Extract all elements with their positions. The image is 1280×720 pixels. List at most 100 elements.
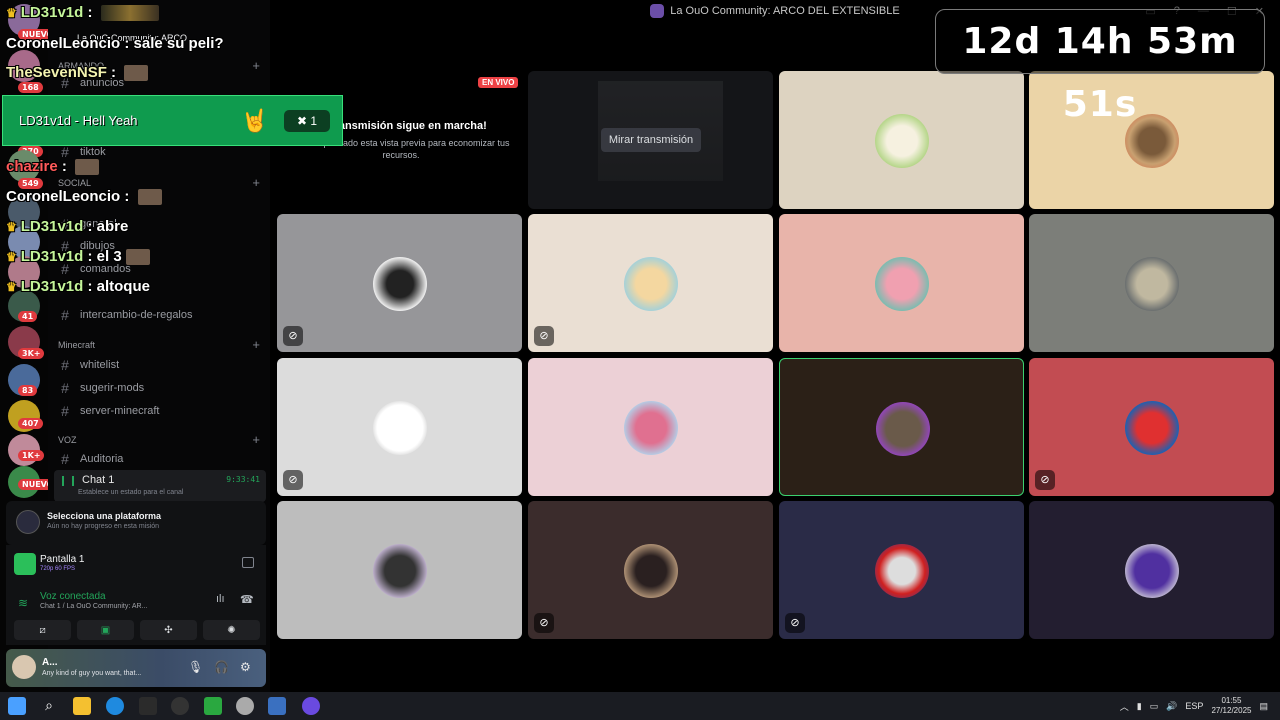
participant-tile-speaking[interactable] xyxy=(779,358,1024,496)
volume-icon[interactable]: 🔊 xyxy=(1166,701,1177,712)
emote-image xyxy=(137,189,162,206)
follow-alert-text: LD31v1d - Hell Yeah xyxy=(19,113,138,128)
quest-card[interactable]: Selecciona una plataforma Aún no hay pro… xyxy=(6,501,266,545)
voice-connected-channel[interactable]: Chat 1 / La OuO Community: AR... xyxy=(40,603,147,610)
edge-browser-icon[interactable] xyxy=(106,697,124,715)
avatar xyxy=(373,257,427,311)
discord-icon[interactable] xyxy=(302,697,320,715)
signal-icon[interactable]: ≋ xyxy=(18,596,28,610)
follow-count-value: 1 xyxy=(310,114,318,128)
avatar xyxy=(876,402,930,456)
voice-activity-icon xyxy=(62,476,74,486)
avatar xyxy=(875,544,929,598)
share-screen-button[interactable]: ▣ xyxy=(77,620,134,640)
chat-message: chazire : xyxy=(6,158,100,176)
headphones-icon[interactable]: 🎧 xyxy=(214,660,229,674)
settings-gear-icon[interactable]: ⚙ xyxy=(240,660,251,674)
screen-share-icon xyxy=(14,553,36,575)
chat-message: ♛ LD31v1d : altoque xyxy=(6,278,150,295)
channel-category[interactable]: Minecraft xyxy=(58,340,95,350)
hash-icon: # xyxy=(61,380,69,396)
participant-tile[interactable]: ⊘ xyxy=(528,214,773,352)
participant-tile[interactable] xyxy=(528,358,773,496)
app-icon[interactable] xyxy=(236,697,254,715)
live-badge: EN VIVO xyxy=(478,77,519,88)
participant-tile[interactable] xyxy=(1029,501,1274,639)
usb-icon[interactable]: ▮ xyxy=(1137,701,1142,712)
voice-connection: ≋ Voz conectada Chat 1 / La OuO Communit… xyxy=(6,589,266,617)
crown-icon: ♛ xyxy=(6,220,17,234)
mic-icon[interactable]: 🎙 xyxy=(188,660,203,674)
chat-text: abre xyxy=(96,218,129,235)
voice-channel-chat-1[interactable]: Chat 1 9:33:41 Establece un estado para … xyxy=(54,470,266,502)
file-explorer-icon[interactable] xyxy=(73,697,91,715)
channel-item[interactable]: # Auditoria xyxy=(58,449,123,469)
clock-date: 27/12/2025 xyxy=(1211,706,1252,715)
server-badge: 83 xyxy=(18,385,38,396)
chat-message: CoronelLeoncio : sale su peli? xyxy=(6,35,224,52)
participant-tile[interactable]: ⊘ xyxy=(277,358,522,496)
channel-label: intercambio-de-regalos xyxy=(80,309,193,321)
add-channel-icon[interactable]: + xyxy=(252,58,260,73)
app-icon[interactable] xyxy=(139,697,157,715)
channel-item[interactable]: # intercambio-de-regalos xyxy=(58,305,193,325)
soundboard-button[interactable]: ✺ xyxy=(203,620,260,640)
channel-category[interactable]: SOCIAL xyxy=(58,178,91,188)
participant-tile[interactable]: ⊘ xyxy=(779,501,1024,639)
stop-share-icon[interactable] xyxy=(242,557,254,568)
voice-timer: 9:33:41 xyxy=(226,475,260,484)
notification-icon[interactable]: ▤ xyxy=(1259,701,1268,712)
clock[interactable]: 01:55 27/12/2025 xyxy=(1211,696,1251,716)
screen-share-row[interactable]: Pantalla 1 720p 60 FPS xyxy=(6,545,266,583)
noise-suppression-icon[interactable]: ılı xyxy=(216,593,225,605)
avatar xyxy=(373,401,427,455)
stream-preview-tile[interactable]: Mirar transmisión xyxy=(528,71,773,209)
app-icon[interactable] xyxy=(268,697,286,715)
network-icon[interactable]: ▭ xyxy=(1150,701,1159,712)
watch-stream-button[interactable]: Mirar transmisión xyxy=(601,128,701,152)
chevron-up-icon[interactable]: ︿ xyxy=(1120,700,1129,713)
camera-off-button[interactable]: ⧄ xyxy=(14,620,71,640)
participant-tile[interactable]: ⊘ xyxy=(528,501,773,639)
avatar xyxy=(624,257,678,311)
quest-title: Selecciona una plataforma xyxy=(47,511,162,521)
voice-connected-label: Voz conectada xyxy=(40,591,106,602)
chat-username: TheSevenNSF xyxy=(6,64,107,81)
hash-icon: # xyxy=(61,451,69,467)
participant-tile[interactable] xyxy=(779,71,1024,209)
add-channel-icon[interactable]: + xyxy=(252,175,260,190)
language-indicator[interactable]: ESP xyxy=(1185,701,1203,711)
screen-share-title: Pantalla 1 xyxy=(40,554,85,565)
obs-icon[interactable] xyxy=(171,697,189,715)
channel-label: server-minecraft xyxy=(80,405,160,417)
follow-count: ✖ 1 xyxy=(284,110,330,132)
channel-item[interactable]: # sugerir-mods xyxy=(58,378,144,398)
voice-channel-status[interactable]: Establece un estado para el canal xyxy=(78,489,183,496)
channel-label: tiktok xyxy=(80,146,106,158)
activities-button[interactable]: ✣ xyxy=(140,620,197,640)
participant-tile[interactable]: ⊘ xyxy=(1029,358,1274,496)
add-channel-icon[interactable]: + xyxy=(252,432,260,447)
channel-category[interactable]: VOZ xyxy=(58,435,77,445)
muted-icon: ⊘ xyxy=(785,613,805,633)
username[interactable]: A... xyxy=(42,657,58,668)
voice-channel-name: Chat 1 xyxy=(82,474,115,486)
chat-separator: : xyxy=(83,4,97,21)
chat-text: altoque xyxy=(96,278,150,295)
channel-item[interactable]: # whitelist xyxy=(58,355,119,375)
channel-item[interactable]: # server-minecraft xyxy=(58,401,159,421)
search-icon[interactable]: ⌕ xyxy=(40,697,58,715)
windows-start-icon[interactable] xyxy=(8,697,26,715)
chat-separator: : xyxy=(106,64,121,81)
add-channel-icon[interactable]: + xyxy=(252,337,260,352)
avatar[interactable] xyxy=(12,655,36,679)
participant-tile[interactable] xyxy=(277,501,522,639)
clock-time: 01:55 xyxy=(1221,696,1242,705)
participant-tile[interactable] xyxy=(1029,214,1274,352)
chat-username: LD31v1d xyxy=(20,278,84,295)
muted-icon: ⊘ xyxy=(283,326,303,346)
app-icon[interactable] xyxy=(204,697,222,715)
disconnect-icon[interactable]: ☎ xyxy=(240,593,254,606)
participant-tile[interactable] xyxy=(779,214,1024,352)
participant-tile[interactable]: ⊘ xyxy=(277,214,522,352)
